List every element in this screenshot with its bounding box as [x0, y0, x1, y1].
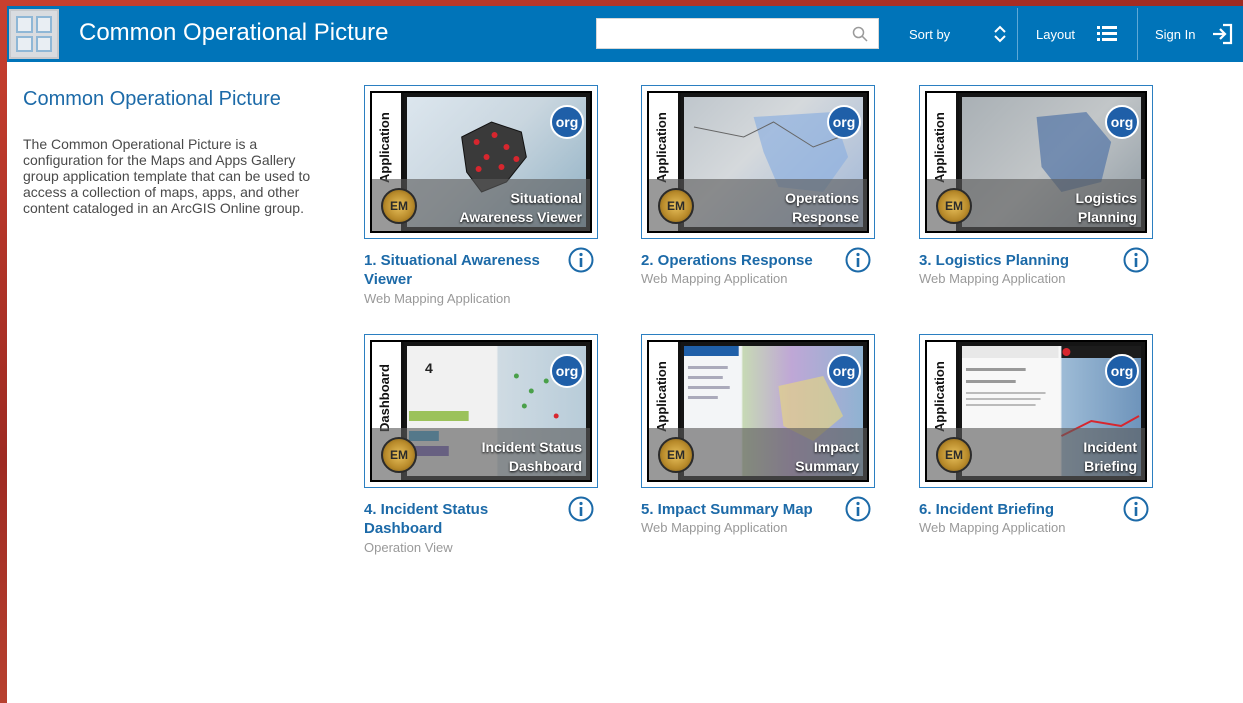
- em-seal-icon: EM: [381, 437, 417, 473]
- item-thumbnail[interactable]: Application org EM Logistics Planning: [919, 85, 1153, 239]
- info-icon[interactable]: [1123, 496, 1149, 522]
- search-icon[interactable]: [852, 26, 868, 42]
- item-title-link[interactable]: 3. Logistics Planning: [919, 251, 1115, 270]
- item-title-link[interactable]: 2. Operations Response: [641, 251, 837, 270]
- list-layout-icon[interactable]: [1097, 25, 1117, 43]
- em-seal-icon: EM: [936, 437, 972, 473]
- info-icon[interactable]: [845, 496, 871, 522]
- app-title: Common Operational Picture: [79, 19, 389, 46]
- info-icon[interactable]: [1123, 247, 1149, 273]
- thumb-caption: Logistics Planning: [1075, 190, 1137, 225]
- item-type: Web Mapping Application: [641, 520, 788, 535]
- item-title-link[interactable]: 1. Situational Awareness Viewer: [364, 251, 560, 289]
- item-type: Web Mapping Application: [641, 271, 788, 286]
- item-thumbnail[interactable]: Application org EM Operations Response: [641, 85, 875, 239]
- item-title-link[interactable]: 5. Impact Summary Map: [641, 500, 837, 519]
- sort-arrows-icon[interactable]: [992, 24, 1008, 44]
- thumb-side-label: Application: [932, 112, 947, 183]
- em-seal-icon: EM: [658, 188, 694, 224]
- sign-in-button[interactable]: Sign In: [1155, 6, 1195, 62]
- thumb-dashboard-value: 4: [425, 360, 433, 376]
- org-badge: org: [1105, 354, 1139, 388]
- item-thumbnail[interactable]: Application org EM Incident Briefing: [919, 334, 1153, 488]
- top-bar: Common Operational Picture Sort by Layou…: [7, 6, 1243, 62]
- item-type: Web Mapping Application: [919, 271, 1066, 286]
- org-badge: org: [1105, 105, 1139, 139]
- search-box[interactable]: [596, 18, 879, 49]
- item-type: Operation View: [364, 540, 453, 555]
- item-thumbnail[interactable]: 4 Dashboard org EM Incident Status Dashb…: [364, 334, 598, 488]
- thumb-caption: Incident Briefing: [1083, 439, 1137, 474]
- sign-in-label: Sign In: [1155, 26, 1196, 42]
- org-badge: org: [550, 105, 584, 139]
- item-type: Web Mapping Application: [364, 291, 511, 306]
- item-type: Web Mapping Application: [919, 520, 1066, 535]
- org-badge: org: [827, 105, 861, 139]
- sign-in-icon[interactable]: [1211, 23, 1233, 45]
- thumb-side-label: Application: [654, 112, 669, 183]
- em-seal-icon: EM: [381, 188, 417, 224]
- info-icon[interactable]: [568, 247, 594, 273]
- thumb-caption: Incident Status Dashboard: [481, 439, 582, 474]
- header-divider: [1137, 8, 1138, 60]
- info-icon[interactable]: [568, 496, 594, 522]
- thumb-caption: Impact Summary: [795, 439, 859, 474]
- em-seal-icon: EM: [936, 188, 972, 224]
- layout-button[interactable]: Layout: [1036, 6, 1075, 62]
- em-seal-icon: EM: [658, 437, 694, 473]
- thumb-caption: Situational Awareness Viewer: [459, 190, 582, 225]
- sort-by-button[interactable]: Sort by: [909, 6, 950, 62]
- app-frame: Common Operational Picture Sort by Layou…: [7, 6, 1243, 703]
- layout-label: Layout: [1036, 26, 1076, 42]
- item-thumbnail[interactable]: Application org EM Situational Awareness…: [364, 85, 598, 239]
- item-title-link[interactable]: 6. Incident Briefing: [919, 500, 1115, 519]
- item-title-link[interactable]: 4. Incident Status Dashboard: [364, 500, 560, 538]
- info-icon[interactable]: [845, 247, 871, 273]
- thumb-side-label: Dashboard: [377, 364, 392, 432]
- item-thumbnail[interactable]: Application org EM Impact Summary: [641, 334, 875, 488]
- app-logo-icon[interactable]: [9, 9, 59, 59]
- search-input[interactable]: [597, 19, 847, 48]
- header-divider: [1017, 8, 1018, 60]
- thumb-side-label: Application: [377, 112, 392, 183]
- group-title: Common Operational Picture: [23, 88, 281, 110]
- group-description: The Common Operational Picture is a conf…: [23, 136, 311, 216]
- sort-by-label: Sort by: [909, 26, 951, 42]
- thumb-side-label: Application: [654, 361, 669, 432]
- thumb-caption: Operations Response: [785, 190, 859, 225]
- org-badge: org: [827, 354, 861, 388]
- org-badge: org: [550, 354, 584, 388]
- thumb-side-label: Application: [932, 361, 947, 432]
